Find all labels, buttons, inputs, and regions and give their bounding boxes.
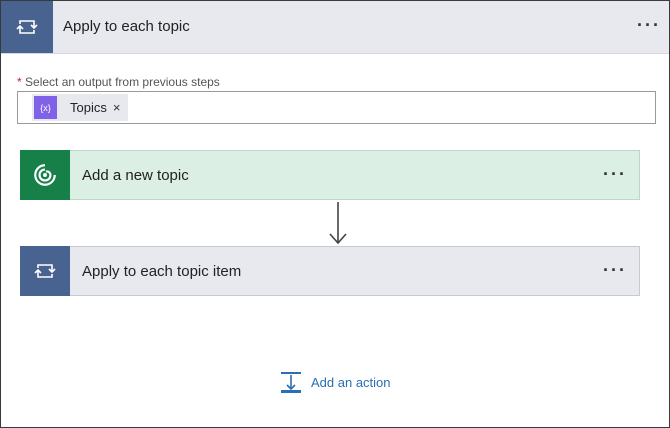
- loop-icon: [20, 246, 70, 296]
- apply-to-each-item-title: Apply to each topic item: [82, 263, 242, 280]
- dataverse-icon: [20, 150, 70, 200]
- apply-to-each-title: Apply to each topic: [63, 18, 190, 35]
- add-action-icon: [281, 372, 301, 393]
- expression-icon-text: {x}: [40, 102, 51, 113]
- loop-icon: [1, 1, 53, 53]
- remove-token-icon[interactable]: ×: [113, 100, 121, 115]
- add-action-label: Add an action: [311, 374, 391, 390]
- required-marker: *: [17, 75, 22, 89]
- dynamic-content-token[interactable]: {x} Topics ×: [32, 94, 129, 121]
- output-field-label-text: Select an output from previous steps: [25, 75, 220, 89]
- token-label: Topics: [70, 100, 107, 115]
- output-field-label: * Select an output from previous steps: [17, 75, 220, 89]
- output-input[interactable]: {x} Topics ×: [17, 91, 656, 124]
- more-options-icon[interactable]: ···: [603, 261, 627, 279]
- more-options-icon[interactable]: ···: [603, 165, 627, 183]
- apply-to-each-item-card[interactable]: Apply to each topic item ···: [20, 246, 640, 296]
- apply-to-each-header[interactable]: Apply to each topic ···: [1, 1, 669, 54]
- apply-to-each-container: Apply to each topic ··· * Select an outp…: [0, 0, 670, 428]
- connector-arrow-icon: [329, 202, 347, 245]
- add-action-button[interactable]: Add an action: [279, 370, 391, 394]
- more-options-icon[interactable]: ···: [637, 16, 661, 34]
- add-topic-card[interactable]: Add a new topic ···: [20, 150, 640, 200]
- expression-icon: {x}: [34, 96, 57, 119]
- add-topic-title: Add a new topic: [82, 167, 189, 184]
